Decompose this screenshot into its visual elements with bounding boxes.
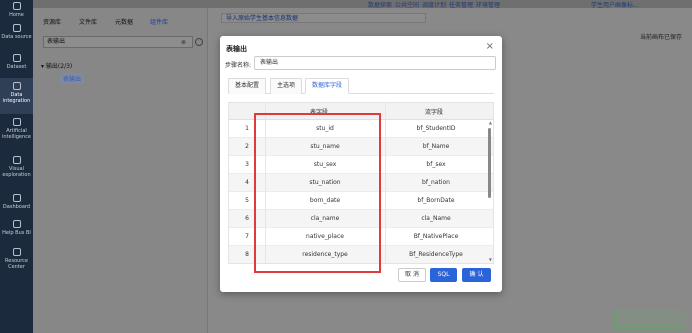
column-divider (265, 103, 266, 263)
close-icon[interactable]: × (486, 41, 494, 52)
stream-field-cell[interactable]: cla_Name (386, 215, 486, 222)
tab-resource-library[interactable]: 资源库 (43, 17, 61, 26)
row-index: 8 (245, 251, 249, 258)
row-index: 6 (245, 215, 249, 222)
table-row[interactable]: 1 stu_id bf_StudentID (229, 120, 493, 138)
table-row[interactable]: 8 residence_type Bf_ResidenceType (229, 246, 493, 263)
nav-label: Dataset (6, 64, 27, 70)
column-header-stream-field: 流字段 (425, 109, 444, 116)
home-icon (12, 2, 21, 10)
help-icon (12, 220, 21, 228)
integration-icon (12, 82, 21, 90)
table-field-cell[interactable]: stu_id (265, 125, 385, 132)
tree-node-output[interactable]: ▾ 输出(2/3) (41, 61, 72, 70)
scroll-down-icon[interactable]: ▼ (489, 257, 492, 262)
field-mapping-table: 表字段 流字段 1 stu_id bf_StudentID 2 stu_name… (228, 102, 494, 264)
nav-label: Artificial intelligence (1, 128, 31, 140)
table-field-cell[interactable]: residence_type (265, 251, 385, 258)
database-icon (12, 24, 21, 32)
stream-field-cell[interactable]: Bf_NativePlace (386, 233, 486, 240)
tab-database-fields[interactable]: 数据库字段 (305, 78, 350, 94)
sql-button[interactable]: SQL (430, 268, 457, 282)
table-scrollbar[interactable] (488, 128, 491, 198)
table-row[interactable]: 7 native_place Bf_NativePlace (229, 228, 493, 246)
row-index: 5 (245, 197, 249, 204)
nav-item-data-source[interactable]: Data source (0, 24, 33, 40)
nav-item-resource-center[interactable]: Resource Center (0, 248, 33, 270)
row-index: 2 (245, 143, 249, 150)
save-status: 当前画布已保存 (639, 34, 682, 41)
left-panel: 资源库 文件库 元数据 组件库 表输出 ⊗ ▾ 输出(2/3) 表输出 (33, 8, 208, 333)
top-bar: 数据探索 公共空间 调度计划 任务管理 环境管理 学生用户画像标... (33, 0, 692, 9)
clear-icon[interactable]: ⊗ (181, 39, 186, 46)
row-index: 4 (245, 179, 249, 186)
table-field-cell[interactable]: native_place (265, 233, 385, 240)
nav-label: Home (9, 12, 24, 18)
stream-field-cell[interactable]: bf_sex (386, 161, 486, 168)
nav-item-data-integration[interactable]: Data integration (0, 78, 33, 114)
dataset-icon (12, 54, 21, 62)
canvas-minimap[interactable] (614, 309, 686, 329)
scroll-up-icon[interactable]: ▲ (489, 120, 492, 125)
table-field-cell[interactable]: stu_nation (265, 179, 385, 186)
stream-field-cell[interactable]: bf_nation (386, 179, 486, 186)
left-panel-tabs: 资源库 文件库 元数据 组件库 (33, 14, 208, 28)
nav-item-visual-exploration[interactable]: Visual exploration (0, 156, 33, 178)
table-row[interactable]: 4 stu_nation bf_nation (229, 174, 493, 192)
step-name-input[interactable]: 表输出 (254, 56, 496, 70)
stream-field-cell[interactable]: Bf_ResidenceType (386, 251, 486, 258)
left-nav: Home Data source Dataset Data integratio… (0, 0, 33, 333)
table-row[interactable]: 2 stu_name bf_Name (229, 138, 493, 156)
nav-label: Data source (1, 34, 32, 40)
nav-label: Data integration (2, 92, 31, 104)
ai-icon (12, 118, 21, 126)
tab-file-library[interactable]: 文件库 (79, 17, 97, 26)
nav-label: Help Bus BI (2, 230, 31, 236)
column-divider (385, 103, 386, 263)
table-field-cell[interactable]: cla_name (265, 215, 385, 222)
column-header-table-field: 表字段 (310, 109, 329, 116)
step-name-label: 步骤名称: (225, 62, 252, 69)
search-icon[interactable] (195, 38, 203, 46)
tab-metadata[interactable]: 元数据 (115, 17, 133, 26)
dashboard-icon (12, 194, 21, 202)
nav-item-dataset[interactable]: Dataset (0, 54, 33, 70)
table-row[interactable]: 5 born_date bf_BornDate (229, 192, 493, 210)
tab-basic-config[interactable]: 基本配置 (228, 78, 267, 94)
component-search-input[interactable]: 表输出 (43, 36, 193, 48)
cancel-button[interactable]: 取 消 (398, 268, 426, 282)
table-field-cell[interactable]: stu_name (265, 143, 385, 150)
nav-item-help[interactable]: Help Bus BI (0, 220, 33, 236)
row-index: 3 (245, 161, 249, 168)
stream-field-cell[interactable]: bf_Name (386, 143, 486, 150)
tree-node-label: 输出(2/3) (45, 63, 73, 70)
tab-component-library[interactable]: 组件库 (150, 17, 168, 26)
stream-field-cell[interactable]: bf_BornDate (386, 197, 486, 204)
table-field-cell[interactable]: born_date (265, 197, 385, 204)
nav-label: Resource Center (5, 258, 28, 270)
tree-node-table-output[interactable]: 表输出 (60, 73, 85, 84)
dialog-tabs: 基本配置 主选项 数据库字段 (228, 78, 494, 94)
dialog-title: 表输出 (226, 45, 247, 53)
row-index: 1 (245, 125, 249, 132)
workspace-tab[interactable]: 导入原始学生基本信息数据 (221, 13, 426, 23)
nav-label: Dashboard (2, 204, 31, 210)
row-index: 7 (245, 233, 249, 240)
nav-item-ai[interactable]: Artificial intelligence (0, 118, 33, 140)
table-row[interactable]: 6 cla_name cla_Name (229, 210, 493, 228)
table-header: 表字段 流字段 (229, 103, 493, 120)
confirm-button[interactable]: 确 认 (462, 268, 491, 282)
chart-icon (12, 156, 21, 164)
tab-main-options[interactable]: 主选项 (270, 78, 303, 94)
table-output-dialog: 表输出 × 步骤名称: 表输出 基本配置 主选项 数据库字段 表字段 流字段 1… (220, 36, 502, 292)
nav-item-home[interactable]: Home (0, 2, 33, 18)
table-row[interactable]: 3 stu_sex bf_sex (229, 156, 493, 174)
nav-item-dashboard[interactable]: Dashboard (0, 194, 33, 210)
resource-icon (12, 248, 21, 256)
nav-label: Visual exploration (2, 166, 31, 178)
table-field-cell[interactable]: stu_sex (265, 161, 385, 168)
stream-field-cell[interactable]: bf_StudentID (386, 125, 486, 132)
